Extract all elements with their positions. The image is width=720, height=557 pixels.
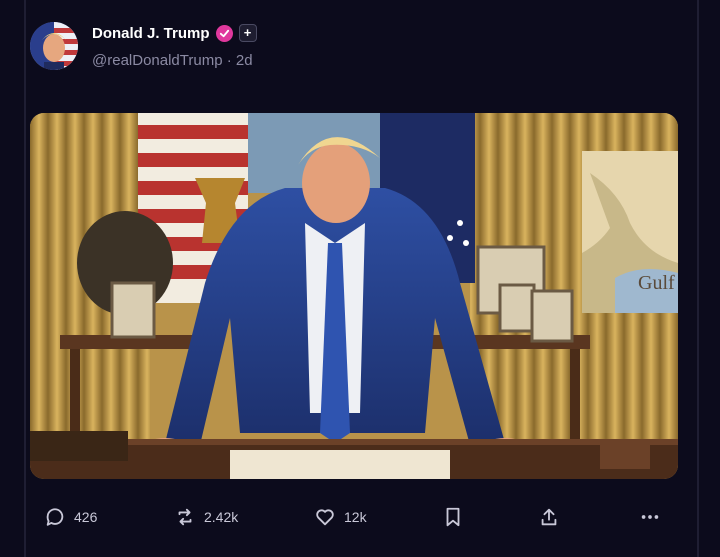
author-name-row: Donald J. Trump + [92,22,257,44]
post: Donald J. Trump + @realDonaldTrump · 2d [0,0,720,557]
more-icon [641,515,659,519]
author-meta: @realDonaldTrump · 2d [92,52,253,69]
author-display-name[interactable]: Donald J. Trump [92,25,210,42]
reply-button[interactable]: 426 [44,500,97,534]
map-label: Gulf [638,272,675,294]
reply-icon [46,508,64,526]
share-icon [541,508,557,526]
map-board: Gulf [582,151,678,313]
post-age[interactable]: 2d [236,52,253,69]
verified-badge-icon [215,24,233,42]
author-handle[interactable]: @realDonaldTrump [92,52,223,69]
repost-count: 2.42k [204,509,239,525]
avatar[interactable] [30,22,78,70]
follow-plus-button[interactable]: + [238,24,257,42]
post-illustration: Gulf [30,113,678,479]
share-button[interactable] [538,500,560,534]
avatar-image [30,22,78,70]
repost-icon [178,508,192,526]
like-count: 12k [344,509,367,525]
meta-separator: · [226,52,232,69]
heart-icon [316,509,334,526]
post-image[interactable]: Gulf [30,113,678,479]
bookmark-icon [446,507,460,527]
post-actions: 426 2.42k 12k [0,500,720,534]
bookmark-button[interactable] [442,500,464,534]
reply-count: 426 [74,509,98,525]
more-button[interactable] [638,500,662,534]
like-button[interactable]: 12k [314,500,367,534]
repost-button[interactable]: 2.42k [174,500,238,534]
